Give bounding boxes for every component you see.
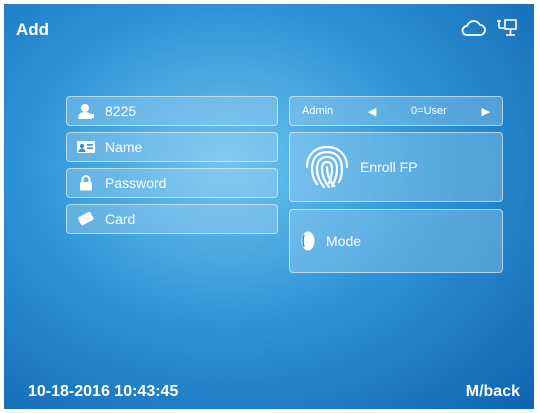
mode-button[interactable]: Mode: [289, 209, 503, 273]
card-icon: [75, 211, 97, 227]
password-label: Password: [105, 175, 167, 191]
page-title: Add: [16, 20, 50, 39]
user-icon: [75, 103, 97, 119]
role-right-arrow[interactable]: ▶: [482, 105, 490, 118]
enroll-fp-button[interactable]: Enroll FP: [289, 132, 503, 202]
enroll-fp-label: Enroll FP: [360, 159, 418, 175]
mode-label: Mode: [326, 233, 362, 249]
cloud-icon: [460, 19, 486, 42]
lock-icon: [75, 175, 97, 191]
role-value: 0=User: [411, 105, 447, 117]
card-field[interactable]: Card: [66, 204, 278, 234]
name-field[interactable]: Name: [66, 132, 278, 162]
role-admin-label: Admin: [302, 105, 334, 117]
user-id-field[interactable]: 8225: [66, 96, 278, 126]
device-screen: Add 8225 Name Password Card Admin ◀ 0=Us…: [4, 4, 534, 409]
datetime: 10-18-2016 10:43:45: [28, 383, 179, 400]
status-icons: [460, 18, 518, 43]
password-field[interactable]: Password: [66, 168, 278, 198]
card-label: Card: [105, 211, 136, 227]
fingerprint-icon: [302, 142, 352, 192]
role-selector[interactable]: Admin ◀ 0=User ▶: [289, 96, 503, 126]
network-icon: [496, 18, 518, 43]
role-left-arrow[interactable]: ◀: [368, 105, 376, 118]
back-button[interactable]: M/back: [466, 383, 520, 401]
name-label: Name: [105, 139, 143, 155]
mode-icon: [300, 230, 316, 252]
id-card-icon: [75, 139, 97, 155]
user-id-value: 8225: [105, 103, 137, 119]
